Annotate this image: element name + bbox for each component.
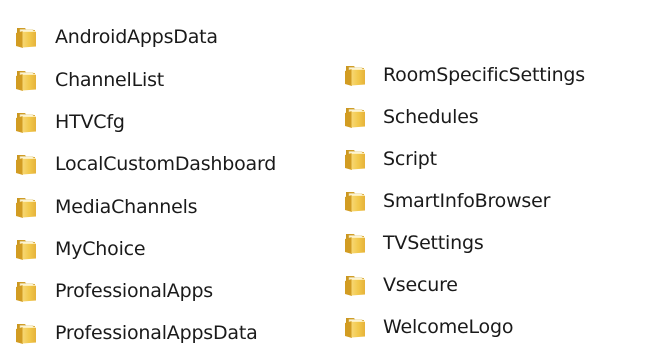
folder-item-mychoice[interactable]: MyChoice — [14, 228, 276, 270]
folder-item-channellist[interactable]: ChannelList — [14, 58, 276, 101]
folder-icon — [14, 321, 38, 344]
folder-label: AndroidAppsData — [55, 26, 218, 48]
folder-icon — [14, 279, 38, 303]
folder-item-localcustomdashboard[interactable]: LocalCustomDashboard — [14, 143, 276, 185]
folder-item-smartinfobrowser[interactable]: SmartInfoBrowser — [343, 180, 585, 222]
folder-label: Script — [383, 148, 437, 170]
folder-label: ProfessionalAppsData — [55, 322, 258, 344]
folder-list-left: AndroidAppsData ChannelList HTVCfg Local… — [14, 16, 276, 344]
folder-icon — [14, 25, 38, 49]
folder-list-right: RoomSpecificSettings Schedules Script Sm… — [343, 54, 585, 344]
folder-item-welcomelogo[interactable]: WelcomeLogo — [343, 306, 585, 344]
folder-icon — [14, 237, 38, 261]
folder-icon — [343, 189, 367, 213]
folder-label: MediaChannels — [55, 195, 198, 218]
folder-icon — [14, 110, 38, 134]
folder-item-professionalappsdata[interactable]: ProfessionalAppsData — [14, 312, 276, 344]
folder-icon — [343, 273, 367, 297]
folder-label: ChannelList — [55, 68, 165, 91]
folder-label: SmartInfoBrowser — [383, 190, 551, 212]
folder-item-tvsettings[interactable]: TVSettings — [343, 222, 585, 264]
folder-label: MyChoice — [55, 238, 146, 260]
folder-item-htvcfg[interactable]: HTVCfg — [14, 101, 276, 143]
folder-item-vsecure[interactable]: Vsecure — [343, 264, 585, 306]
folder-icon — [343, 147, 367, 171]
folder-label: HTVCfg — [55, 111, 125, 133]
folder-icon — [14, 195, 38, 219]
folder-label: Schedules — [383, 106, 479, 128]
folder-label: ProfessionalApps — [55, 280, 214, 302]
folder-icon — [343, 105, 367, 129]
folder-icon — [14, 152, 38, 176]
folder-item-professionalapps[interactable]: ProfessionalApps — [14, 270, 276, 312]
folder-item-schedules[interactable]: Schedules — [343, 96, 585, 138]
folder-icon — [14, 68, 38, 92]
folder-label: Vsecure — [383, 274, 458, 296]
folder-label: LocalCustomDashboard — [55, 153, 277, 175]
folder-item-roomspecificsettings[interactable]: RoomSpecificSettings — [343, 54, 585, 96]
folder-label: WelcomeLogo — [383, 316, 514, 338]
folder-label: TVSettings — [383, 232, 484, 254]
folder-item-script[interactable]: Script — [343, 138, 585, 180]
folder-icon — [343, 315, 367, 339]
folder-icon — [343, 231, 367, 255]
folder-icon — [343, 63, 367, 87]
folder-item-androidappsdata[interactable]: AndroidAppsData — [14, 16, 276, 58]
folder-item-mediachannels[interactable]: MediaChannels — [14, 185, 276, 228]
folder-label: RoomSpecificSettings — [383, 64, 585, 86]
